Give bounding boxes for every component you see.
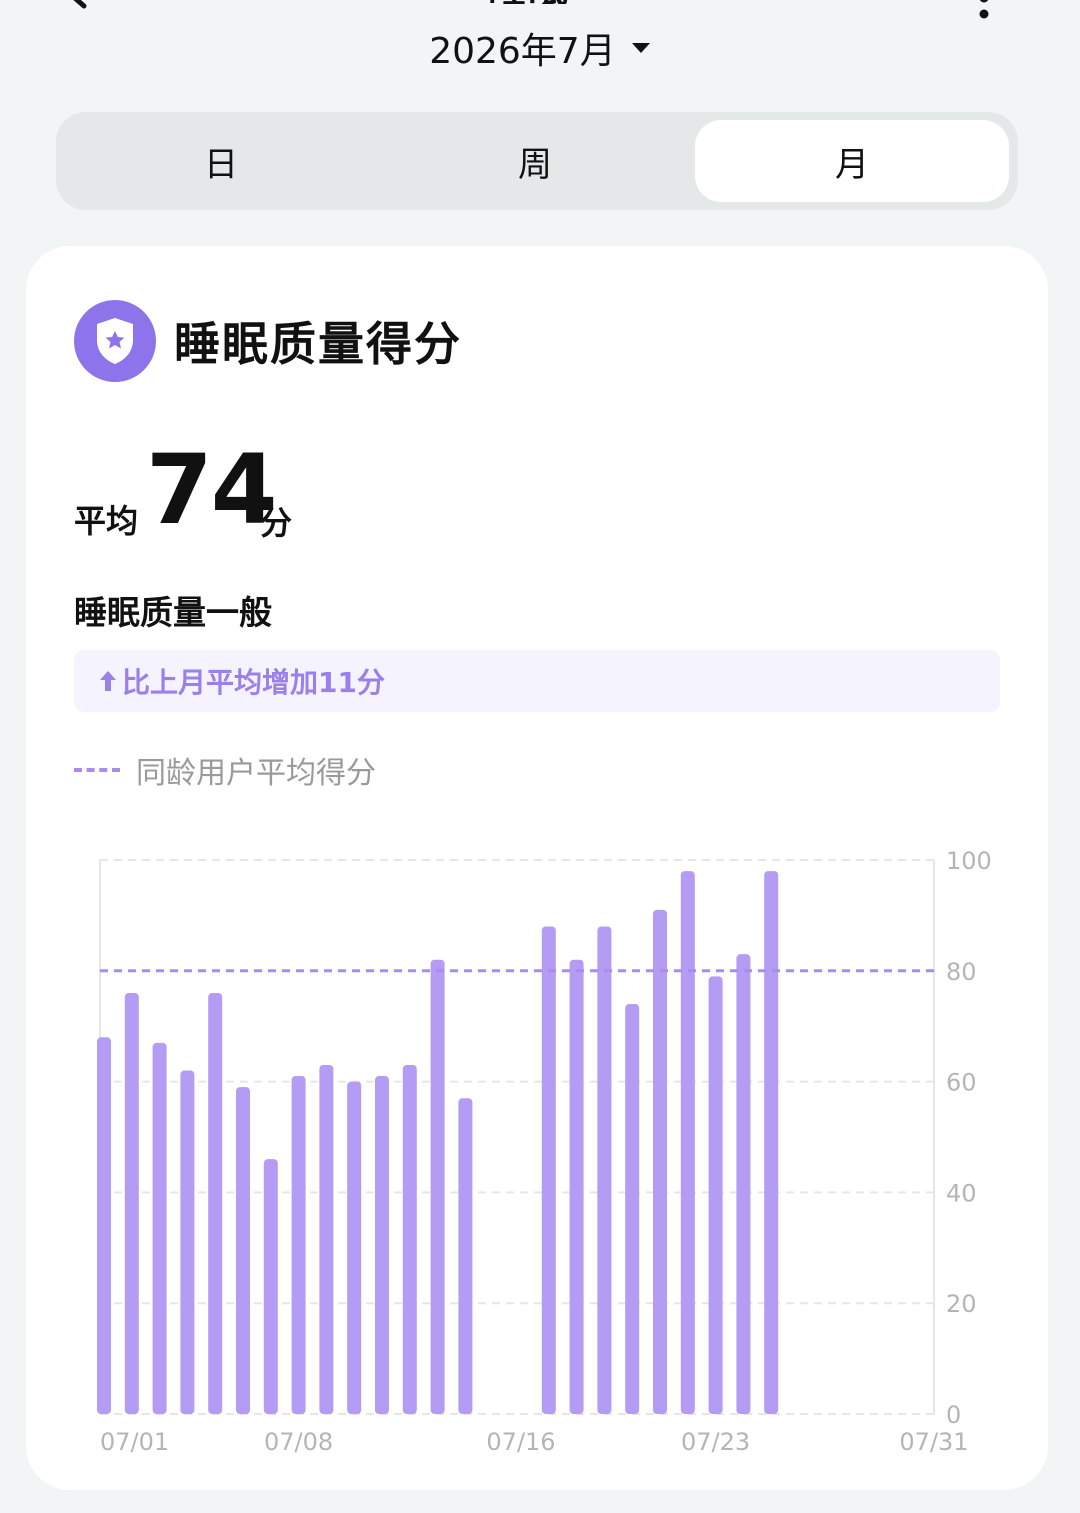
- bar: [124, 992, 139, 1414]
- bar: [458, 1098, 473, 1414]
- card-title: 睡眠质量得分: [174, 317, 462, 371]
- bar: [597, 926, 612, 1414]
- y-tick-label: 80: [946, 958, 977, 986]
- caret-down-icon: [631, 43, 650, 53]
- bar: [541, 926, 556, 1414]
- bar: [180, 1070, 195, 1414]
- page-title: 睡眠: [488, 0, 588, 4]
- y-tick-label: 100: [946, 847, 992, 875]
- comparison-text: 比上月平均增加11分: [122, 666, 385, 699]
- bar: [764, 871, 779, 1414]
- bar: [291, 1076, 306, 1414]
- bar: [625, 1004, 640, 1414]
- y-tick-label: 40: [946, 1179, 977, 1207]
- month-label: 2026年7月: [429, 31, 616, 72]
- bar: [430, 959, 445, 1414]
- bar: [569, 959, 584, 1414]
- bar: [347, 1081, 362, 1414]
- x-tick-label: 07/08: [264, 1428, 333, 1456]
- x-tick-label: 07/16: [486, 1428, 555, 1456]
- x-tick-label: 07/01: [100, 1428, 169, 1456]
- quality-label: 睡眠质量一般: [74, 593, 272, 632]
- period-segmented-control: 日 周 月: [56, 112, 1018, 210]
- tab-day[interactable]: 日: [64, 120, 378, 202]
- bar: [680, 871, 695, 1414]
- bar: [236, 1087, 250, 1414]
- y-tick-label: 60: [946, 1069, 977, 1097]
- x-tick-label: 07/23: [681, 1428, 750, 1456]
- bar: [319, 1064, 334, 1414]
- bar: [97, 1037, 111, 1414]
- x-tick-label: 07/31: [899, 1428, 968, 1456]
- tab-month[interactable]: 月: [695, 120, 1009, 202]
- y-tick-label: 20: [946, 1290, 977, 1318]
- y-tick-label: 0: [946, 1401, 961, 1429]
- bar: [152, 1042, 167, 1414]
- average-unit: 分: [260, 504, 293, 542]
- sleep-score-bar-chart: 0 20 40 60 80 100 07/01 07/08 07/16 07/23 07/31: [97, 847, 992, 1456]
- bar: [653, 909, 667, 1414]
- top-bar: 睡眠 2026年7月 日 周 月: [0, 0, 1080, 228]
- bar: [402, 1064, 417, 1414]
- shield-star-icon: [74, 300, 156, 382]
- tab-week[interactable]: 周: [378, 120, 692, 202]
- legend-label: 同龄用户平均得分: [136, 756, 376, 791]
- average-label: 平均: [74, 502, 139, 540]
- bar: [375, 1076, 389, 1414]
- average-value: 74: [146, 434, 278, 546]
- bar: [708, 976, 723, 1414]
- chart-legend: 同龄用户平均得分: [74, 748, 376, 792]
- bar: [263, 1159, 278, 1414]
- legend-dash-marker: [74, 768, 120, 772]
- arrow-up-icon: [100, 671, 116, 691]
- comparison-banner: 比上月平均增加11分: [74, 650, 1000, 712]
- bar: [736, 954, 751, 1414]
- month-picker[interactable]: 2026年7月: [0, 22, 1080, 74]
- bar: [208, 992, 223, 1414]
